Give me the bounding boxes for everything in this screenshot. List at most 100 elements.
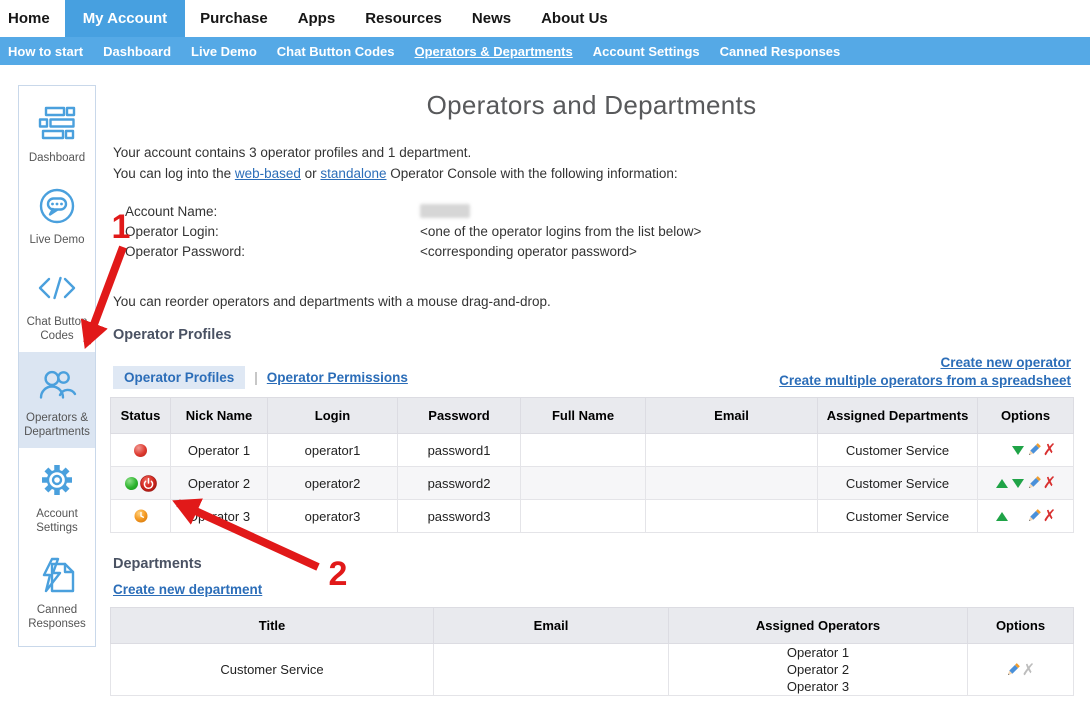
edit-pencil-icon[interactable]	[1026, 508, 1042, 524]
login-cell: operator2	[268, 467, 398, 500]
subnav-how-to-start[interactable]: How to start	[0, 44, 93, 59]
reorder-note: You can reorder operators and department…	[113, 294, 551, 309]
col-status: Status	[111, 398, 171, 434]
tab-operator-permissions[interactable]: Operator Permissions	[267, 370, 408, 385]
sidebar-item-live-demo[interactable]: Live Demo	[19, 174, 95, 256]
operator-row[interactable]: Operator 1 operator1 password1 Customer …	[111, 434, 1074, 467]
delete-icon[interactable]: ✗	[1043, 442, 1056, 458]
nav-resources[interactable]: Resources	[350, 0, 457, 37]
col-email: Email	[434, 608, 669, 644]
sidebar-item-chat-button-codes[interactable]: Chat Button Codes	[19, 256, 95, 352]
account-name-redacted	[420, 204, 470, 218]
edit-pencil-icon[interactable]	[1026, 442, 1042, 458]
account-summary: Your account contains 3 operator profile…	[113, 142, 678, 163]
full-name-cell	[521, 500, 646, 533]
nav-purchase[interactable]: Purchase	[185, 0, 283, 37]
status-offline-icon	[134, 444, 147, 457]
operator-row[interactable]: Operator 3 operator3 password3 Customer …	[111, 500, 1074, 533]
sidebar-item-operators-departments[interactable]: Operators & Departments	[19, 352, 95, 448]
subnav-chat-button-codes[interactable]: Chat Button Codes	[267, 44, 405, 59]
operator-row[interactable]: Operator 2 operator2 password2 Customer …	[111, 467, 1074, 500]
nav-my-account[interactable]: My Account	[65, 0, 185, 37]
create-multiple-operators-link[interactable]: Create multiple operators from a spreads…	[779, 373, 1071, 388]
assigned-operators-cell: Operator 1 Operator 2 Operator 3	[669, 644, 968, 696]
sidebar-label: Operators & Departments	[21, 411, 93, 439]
col-assigned-departments: Assigned Departments	[818, 398, 978, 434]
nav-news[interactable]: News	[457, 0, 526, 37]
gear-icon	[35, 458, 79, 502]
edit-pencil-icon[interactable]	[1005, 662, 1021, 678]
delete-icon[interactable]: ✗	[1043, 475, 1056, 491]
code-icon	[35, 266, 79, 310]
login-instructions: You can log into the web-based or standa…	[113, 163, 678, 184]
department-email-cell	[434, 644, 669, 696]
col-title: Title	[111, 608, 434, 644]
account-name-label: Account Name:	[125, 202, 420, 222]
sidebar-label: Chat Button Codes	[21, 315, 93, 343]
subnav-live-demo[interactable]: Live Demo	[181, 44, 267, 59]
nav-home[interactable]: Home	[0, 0, 65, 37]
top-navigation: Home My Account Purchase Apps Resources …	[0, 0, 1090, 37]
subnav-canned-responses[interactable]: Canned Responses	[710, 44, 851, 59]
sidebar-item-canned-responses[interactable]: Canned Responses	[19, 544, 95, 640]
email-cell	[646, 467, 818, 500]
departments-heading: Departments	[113, 556, 202, 572]
nick-name-cell: Operator 2	[171, 467, 268, 500]
create-new-department-link[interactable]: Create new department	[113, 582, 262, 597]
col-full-name: Full Name	[521, 398, 646, 434]
delete-disabled-icon: ✗	[1022, 662, 1035, 678]
operator-tabs: Operator Profiles | Operator Permissions	[113, 366, 408, 389]
col-assigned-operators: Assigned Operators	[669, 608, 968, 644]
create-new-operator-link[interactable]: Create new operator	[940, 355, 1071, 370]
full-name-cell	[521, 467, 646, 500]
nav-about-us[interactable]: About Us	[526, 0, 623, 37]
col-email: Email	[646, 398, 818, 434]
subnav-operators-departments[interactable]: Operators & Departments	[405, 44, 583, 59]
operator-password-value: <corresponding operator password>	[420, 242, 637, 262]
main-content: Operators and Departments Your account c…	[110, 88, 1073, 718]
sidebar-item-account-settings[interactable]: Account Settings	[19, 448, 95, 544]
col-options: Options	[978, 398, 1074, 434]
dashboard-icon	[35, 102, 79, 146]
sidebar-item-dashboard[interactable]: Dashboard	[19, 92, 95, 174]
move-down-icon[interactable]	[1012, 479, 1024, 488]
status-online-icon	[125, 477, 138, 490]
power-off-button-icon[interactable]	[140, 475, 157, 492]
sidebar-label: Canned Responses	[21, 603, 93, 631]
col-nick-name: Nick Name	[171, 398, 268, 434]
secondary-navigation: How to start Dashboard Live Demo Chat Bu…	[0, 37, 1090, 65]
email-cell	[646, 500, 818, 533]
move-up-icon[interactable]	[996, 479, 1008, 488]
operators-table: Status Nick Name Login Password Full Nam…	[110, 397, 1074, 533]
department-title-cell: Customer Service	[111, 644, 434, 696]
password-cell: password3	[398, 500, 521, 533]
assigned-departments-cell: Customer Service	[818, 467, 978, 500]
live-demo-icon	[35, 184, 79, 228]
page-title: Operators and Departments	[110, 90, 1073, 121]
subnav-dashboard[interactable]: Dashboard	[93, 44, 181, 59]
left-sidebar: Dashboard Live Demo Chat Button Codes Op…	[18, 85, 96, 647]
operator-password-label: Operator Password:	[125, 242, 420, 262]
nick-name-cell: Operator 3	[171, 500, 268, 533]
operator-login-label: Operator Login:	[125, 222, 420, 242]
nav-apps[interactable]: Apps	[283, 0, 351, 37]
move-down-icon[interactable]	[1012, 446, 1024, 455]
lightning-document-icon	[35, 554, 79, 598]
assigned-departments-cell: Customer Service	[818, 434, 978, 467]
move-up-icon[interactable]	[996, 512, 1008, 521]
subnav-account-settings[interactable]: Account Settings	[583, 44, 710, 59]
tab-separator: |	[254, 370, 258, 385]
operator-create-links: Create new operator Create multiple oper…	[779, 354, 1071, 390]
delete-icon[interactable]: ✗	[1043, 508, 1056, 524]
web-based-link[interactable]: web-based	[235, 166, 301, 181]
departments-table: Title Email Assigned Operators Options C…	[110, 607, 1074, 696]
tab-operator-profiles[interactable]: Operator Profiles	[113, 366, 245, 389]
operator-profiles-heading: Operator Profiles	[113, 327, 231, 343]
standalone-link[interactable]: standalone	[320, 166, 386, 181]
department-row[interactable]: Customer Service Operator 1 Operator 2 O…	[111, 644, 1074, 696]
credentials-block: Account Name: Operator Login: <one of th…	[125, 202, 701, 262]
email-cell	[646, 434, 818, 467]
operator-login-value: <one of the operator logins from the lis…	[420, 222, 701, 242]
edit-pencil-icon[interactable]	[1026, 475, 1042, 491]
col-password: Password	[398, 398, 521, 434]
